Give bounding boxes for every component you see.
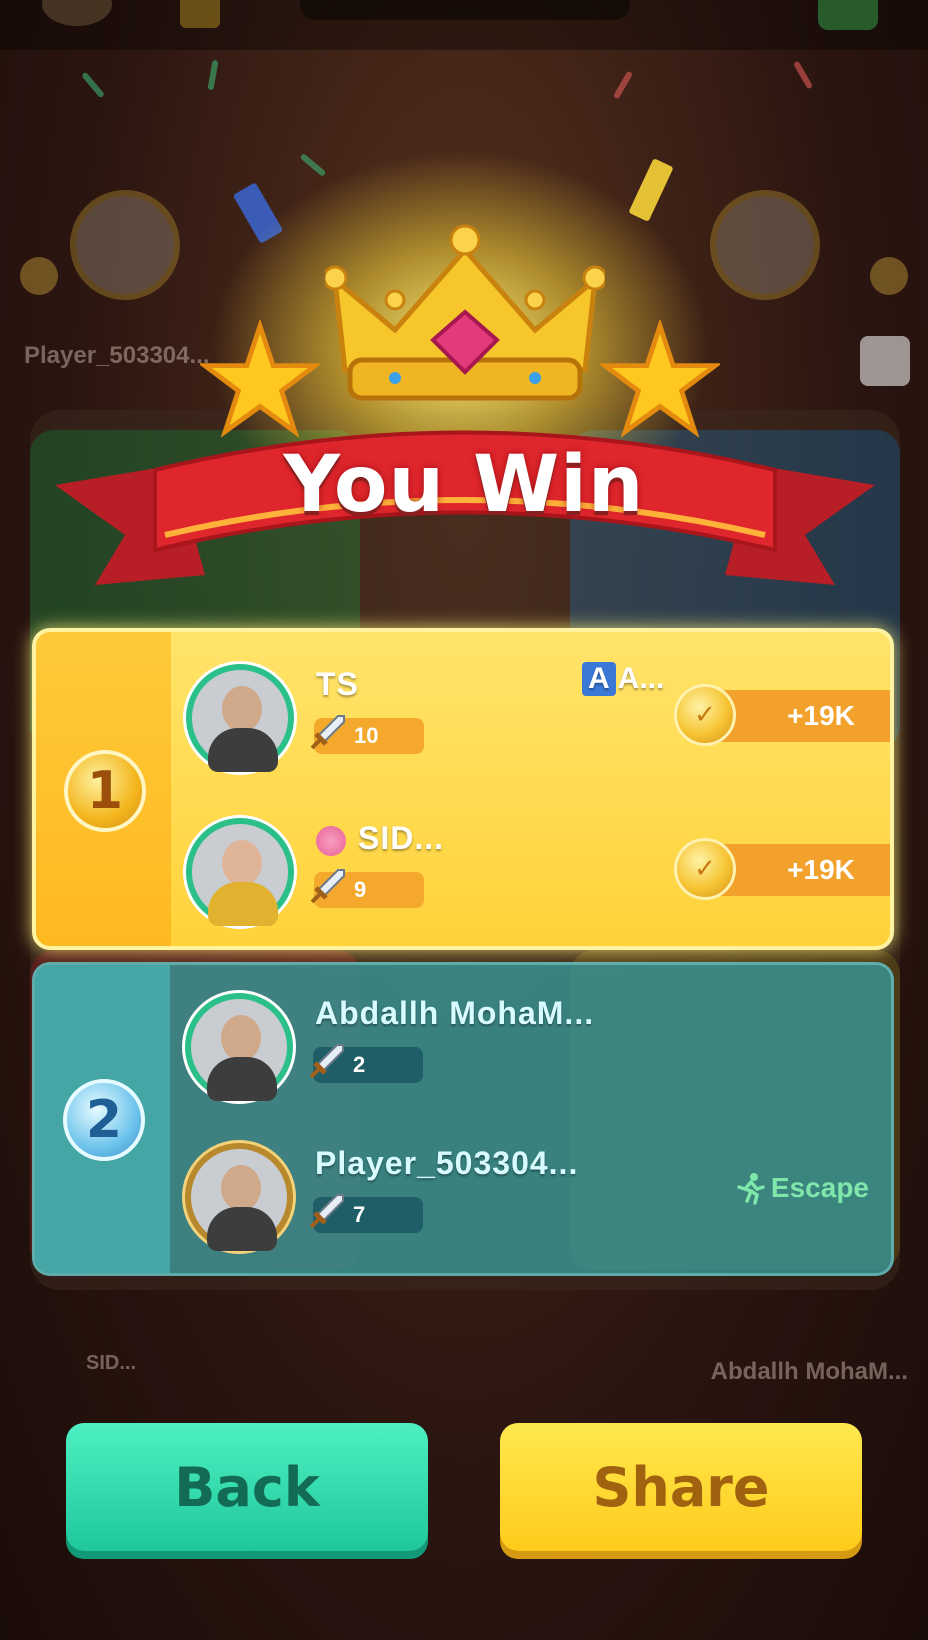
rank-2-panel: 2 Abdallh MohaM... 2 Player_503304... 7 — [32, 962, 894, 1276]
trophy-icon[interactable] — [180, 0, 220, 28]
coin-icon: ✓ — [674, 838, 736, 900]
player-row: SID... 9 +19K ✓ — [186, 812, 890, 932]
rank-column: 1 — [36, 632, 171, 946]
player-tag: A A... — [582, 662, 664, 696]
score-badge: 2 — [309, 1044, 423, 1083]
player-name: Abdallh MohaM... — [315, 995, 595, 1031]
score-value: 10 — [354, 723, 379, 748]
rank-1-panel: 1 TS A A... 10 +19K ✓ SID... 9 +19K ✓ — [32, 628, 894, 950]
avatar[interactable] — [185, 1143, 293, 1251]
running-man-icon — [737, 1173, 765, 1205]
sword-icon — [309, 1044, 344, 1079]
score-badge: 7 — [309, 1194, 423, 1233]
dice-icon — [860, 336, 910, 386]
coin-reward: +19K ✓ — [674, 838, 890, 900]
escape-label: Escape — [770, 1172, 869, 1203]
opponent-avatar-top-left — [70, 190, 180, 300]
avatar[interactable] — [186, 664, 294, 772]
top-bar — [0, 0, 928, 50]
crown-icon — [325, 224, 605, 401]
player-row: Abdallh MohaM... 2 — [185, 987, 885, 1107]
reward-amount: +19K — [710, 844, 890, 896]
rank-column: 2 — [35, 965, 170, 1273]
reward-amount: +19K — [710, 690, 890, 742]
sword-icon — [309, 1194, 344, 1229]
top-status-pill — [300, 0, 630, 20]
score-value: 7 — [353, 1202, 366, 1227]
opponent-avatar-top-right — [710, 190, 820, 300]
score-badge: 10 — [310, 715, 424, 754]
player-name: TS — [316, 666, 359, 702]
you-win-title: You Win — [283, 440, 645, 530]
avatar[interactable] — [185, 993, 293, 1101]
flower-icon — [316, 826, 346, 856]
chat-icon[interactable] — [818, 0, 878, 30]
coin-icon: ✓ — [674, 684, 736, 746]
sword-icon — [310, 715, 345, 750]
player-name: SID... — [358, 820, 445, 856]
escape-status: Escape — [733, 1171, 869, 1205]
background-player-name: Player_503304... — [24, 342, 210, 369]
background-player-name: SID... — [86, 1352, 137, 1374]
score-value: 2 — [353, 1052, 366, 1077]
share-button[interactable]: Share — [500, 1423, 862, 1551]
score-badge: 9 — [310, 869, 424, 908]
background-player-name: Abdallh MohaM... — [710, 1358, 908, 1385]
back-button[interactable]: Back — [66, 1423, 428, 1551]
score-value: 9 — [354, 877, 367, 902]
avatar[interactable] — [186, 818, 294, 926]
player-row: TS A A... 10 +19K ✓ — [186, 658, 890, 778]
rank-badge: 1 — [64, 750, 146, 832]
coin-reward: +19K ✓ — [674, 684, 890, 746]
settings-gear-icon[interactable] — [42, 0, 112, 26]
rank-badge: 2 — [63, 1079, 145, 1161]
sword-icon — [310, 869, 345, 904]
player-name: Player_503304... — [315, 1145, 579, 1181]
mic-icon[interactable] — [870, 257, 908, 295]
mic-icon[interactable] — [20, 257, 58, 295]
